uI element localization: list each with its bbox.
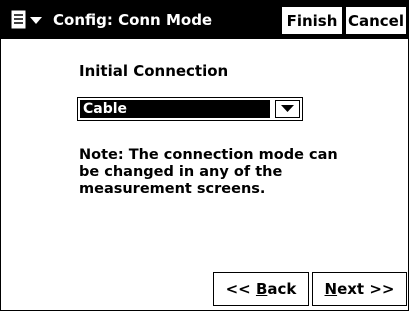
back-prefix: << xyxy=(225,280,256,298)
chevron-down-icon xyxy=(281,105,294,112)
dropdown-arrow-button[interactable] xyxy=(275,100,300,118)
next-rest: ext >> xyxy=(337,280,395,298)
start-menu-button[interactable] xyxy=(3,3,51,37)
connection-mode-select[interactable]: Cable xyxy=(77,97,303,121)
back-button[interactable]: << Back xyxy=(213,272,309,306)
title-bar: Config: Conn Mode Finish Cancel xyxy=(1,1,408,39)
wizard-window: Config: Conn Mode Finish Cancel Initial … xyxy=(0,0,409,311)
next-accelerator: N xyxy=(324,280,338,298)
back-accelerator: B xyxy=(255,280,268,298)
cancel-button[interactable]: Cancel xyxy=(345,6,407,35)
initial-connection-label: Initial Connection xyxy=(79,62,229,80)
finish-button[interactable]: Finish xyxy=(281,6,343,35)
connection-mode-value[interactable]: Cable xyxy=(80,100,270,118)
start-menu-icon xyxy=(10,9,42,30)
next-button[interactable]: Next >> xyxy=(312,272,407,306)
window-title: Config: Conn Mode xyxy=(53,11,213,29)
back-rest: ack xyxy=(267,280,297,298)
note-text: Note: The connection mode can be changed… xyxy=(79,147,338,197)
